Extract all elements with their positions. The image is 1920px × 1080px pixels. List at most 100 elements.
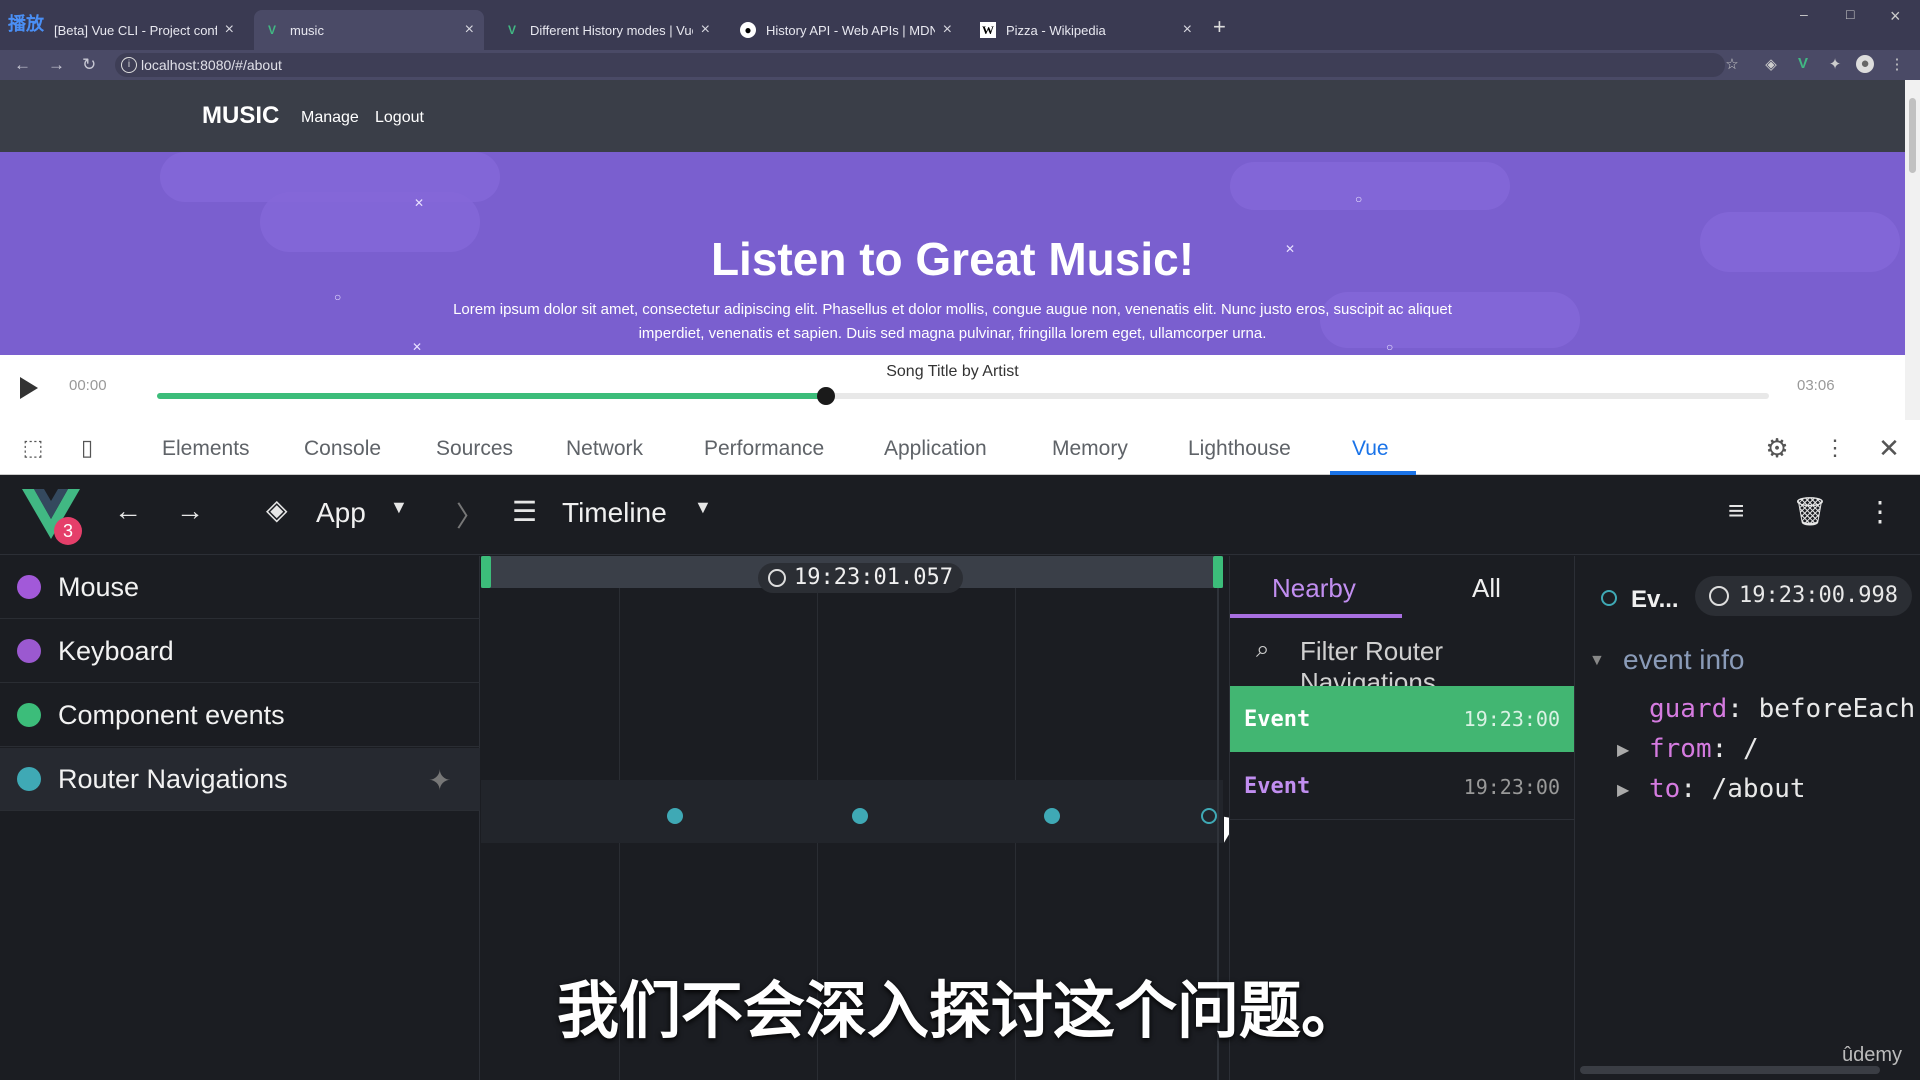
close-icon[interactable]: × xyxy=(1183,21,1192,39)
tab-sources[interactable]: Sources xyxy=(436,437,513,461)
close-icon[interactable]: × xyxy=(943,21,952,39)
range-end-handle[interactable] xyxy=(1213,556,1223,588)
more-icon[interactable]: ⋮ xyxy=(1820,433,1850,463)
prop-from[interactable]: from: / xyxy=(1649,734,1759,764)
tab-console[interactable]: Console xyxy=(304,437,381,461)
shield-extension-icon[interactable]: ◈ xyxy=(1762,55,1780,73)
prop-key: guard xyxy=(1649,694,1728,724)
back-arrow-icon[interactable]: ← xyxy=(114,495,142,527)
vue-devtools-extension-icon[interactable]: V xyxy=(1794,55,1812,73)
prop-key: to xyxy=(1649,774,1681,804)
chevron-down-icon[interactable]: ▼ xyxy=(694,497,712,518)
event-row[interactable]: Event 19:23:00 xyxy=(1230,754,1574,820)
maximize-icon[interactable]: □ xyxy=(1846,6,1854,22)
tab-vue-cli[interactable]: [Beta] Vue CLI - Project configura × xyxy=(44,10,244,50)
tab-network[interactable]: Network xyxy=(566,437,643,461)
timeline-event[interactable] xyxy=(852,808,868,824)
forward-arrow-icon[interactable]: → xyxy=(176,495,204,527)
layer-component-events[interactable]: Component events xyxy=(0,684,480,747)
close-icon[interactable]: × xyxy=(225,21,234,39)
star-icon[interactable]: ☆ xyxy=(1723,55,1741,73)
back-icon[interactable]: ← xyxy=(14,55,31,75)
vue-icon: V xyxy=(507,23,516,37)
decor-star: ○ xyxy=(1355,192,1363,206)
event-time-badge: 19:23:00.998 xyxy=(1695,576,1912,616)
tab-memory[interactable]: Memory xyxy=(1052,437,1128,461)
gear-icon[interactable]: ⚙ xyxy=(1762,433,1792,463)
close-window-icon[interactable]: × xyxy=(1890,6,1901,27)
layer-color-dot xyxy=(17,703,41,727)
close-icon[interactable]: × xyxy=(701,21,710,39)
tab-elements[interactable]: Elements xyxy=(162,437,250,461)
progress-track[interactable] xyxy=(157,387,1769,405)
collapse-icon[interactable]: ▼ xyxy=(1589,652,1605,670)
event-time: 19:23:00 xyxy=(1463,774,1560,799)
cursor-time-badge: 19:23:01.057 xyxy=(758,563,963,593)
detail-scrollbar[interactable] xyxy=(1580,1066,1880,1074)
timeline-event[interactable] xyxy=(667,808,683,824)
inspect-element-icon[interactable]: ⬚ xyxy=(18,433,48,463)
event-title: Ev... xyxy=(1631,586,1679,613)
progress-knob[interactable] xyxy=(816,387,835,405)
layer-keyboard[interactable]: Keyboard xyxy=(0,620,480,683)
tab-music[interactable]: V music × xyxy=(254,10,484,50)
prop-to[interactable]: to: /about xyxy=(1649,774,1806,804)
puzzle-extension-icon[interactable]: ✦ xyxy=(1826,55,1844,73)
timeline-event[interactable] xyxy=(1044,808,1060,824)
progress-fill xyxy=(157,393,826,399)
hero-text: Lorem ipsum dolor sit amet, consectetur … xyxy=(453,301,1452,342)
tab-history-modes[interactable]: V Different History modes | Vue Ro × xyxy=(494,10,720,50)
vue-devtools-header: 3 ← → ◈ App ▼ 〉 ☰ Timeline ▼ ≡ 🗑 ⋮ xyxy=(0,475,1920,555)
new-tab-button[interactable]: + xyxy=(1213,14,1226,40)
forward-icon[interactable]: → xyxy=(48,55,65,75)
close-devtools-icon[interactable]: ✕ xyxy=(1874,433,1904,463)
info-icon[interactable]: i xyxy=(121,57,137,73)
tab-nearby[interactable]: Nearby xyxy=(1272,573,1356,604)
filter-box[interactable]: ⌕ Filter Router Navigations xyxy=(1230,618,1574,697)
tab-performance[interactable]: Performance xyxy=(704,437,824,461)
profile-avatar[interactable]: ● xyxy=(1856,55,1874,73)
prop-guard: guard: beforeEach xyxy=(1649,694,1916,724)
layer-label: Mouse xyxy=(58,571,140,602)
tab-label: [Beta] Vue CLI - Project configura xyxy=(54,22,217,38)
layer-mouse[interactable]: Mouse xyxy=(0,556,480,619)
brand-logo[interactable]: MUSIC xyxy=(202,102,279,130)
tab-lighthouse[interactable]: Lighthouse xyxy=(1188,437,1291,461)
timeline-event-selected[interactable] xyxy=(1201,808,1217,824)
clear-icon[interactable]: 🗑 xyxy=(1792,495,1828,528)
nav-manage[interactable]: Manage xyxy=(301,109,359,127)
udemy-logo: ûdemy xyxy=(1842,1044,1903,1066)
reload-icon[interactable]: ↻ xyxy=(82,55,96,75)
expand-icon[interactable]: ▶ xyxy=(1617,740,1629,760)
event-time: 19:23:00 xyxy=(1463,707,1560,731)
decor-star: ○ xyxy=(334,290,342,304)
tab-mdn[interactable]: ● History API - Web APIs | MDN × xyxy=(730,10,962,50)
minimize-icon[interactable]: – xyxy=(1800,6,1808,22)
close-icon[interactable]: × xyxy=(465,21,474,39)
tab-application[interactable]: Application xyxy=(884,437,987,461)
decor-star: ✕ xyxy=(414,196,425,210)
tab-label: History API - Web APIs | MDN xyxy=(766,22,935,38)
tab-wikipedia[interactable]: W Pizza - Wikipedia × xyxy=(970,10,1202,50)
breadcrumb-separator-icon: 〉 xyxy=(456,501,485,532)
vue-icon: V xyxy=(267,23,276,37)
url-field[interactable]: i localhost:8080/#/about xyxy=(115,53,1725,77)
version-badge: 3 xyxy=(54,517,82,545)
event-row-selected[interactable]: Event 19:23:00 xyxy=(1230,686,1574,752)
add-layer-icon[interactable]: ≡ xyxy=(1728,495,1744,527)
nav-logout[interactable]: Logout xyxy=(375,109,424,127)
address-bar-row: ← → ↻ i localhost:8080/#/about xyxy=(0,50,1920,80)
tab-vue[interactable]: Vue xyxy=(1352,437,1389,461)
app-selector-label[interactable]: App xyxy=(316,497,366,529)
more-icon[interactable]: ⋮ xyxy=(1866,495,1894,528)
page-scrollbar[interactable] xyxy=(1905,80,1920,420)
tab-all[interactable]: All xyxy=(1472,573,1501,604)
chevron-down-icon[interactable]: ▼ xyxy=(390,497,408,518)
range-start-handle[interactable] xyxy=(481,556,491,588)
timeline-selector-label[interactable]: Timeline xyxy=(562,497,667,529)
device-toggle-icon[interactable]: ▯ xyxy=(72,433,102,463)
menu-icon[interactable]: ⋮ xyxy=(1888,55,1906,73)
expand-icon[interactable]: ▶ xyxy=(1617,780,1629,800)
decor-star: ✕ xyxy=(412,340,423,354)
layer-router-navigations[interactable]: Router Navigations ✦ xyxy=(0,748,480,811)
